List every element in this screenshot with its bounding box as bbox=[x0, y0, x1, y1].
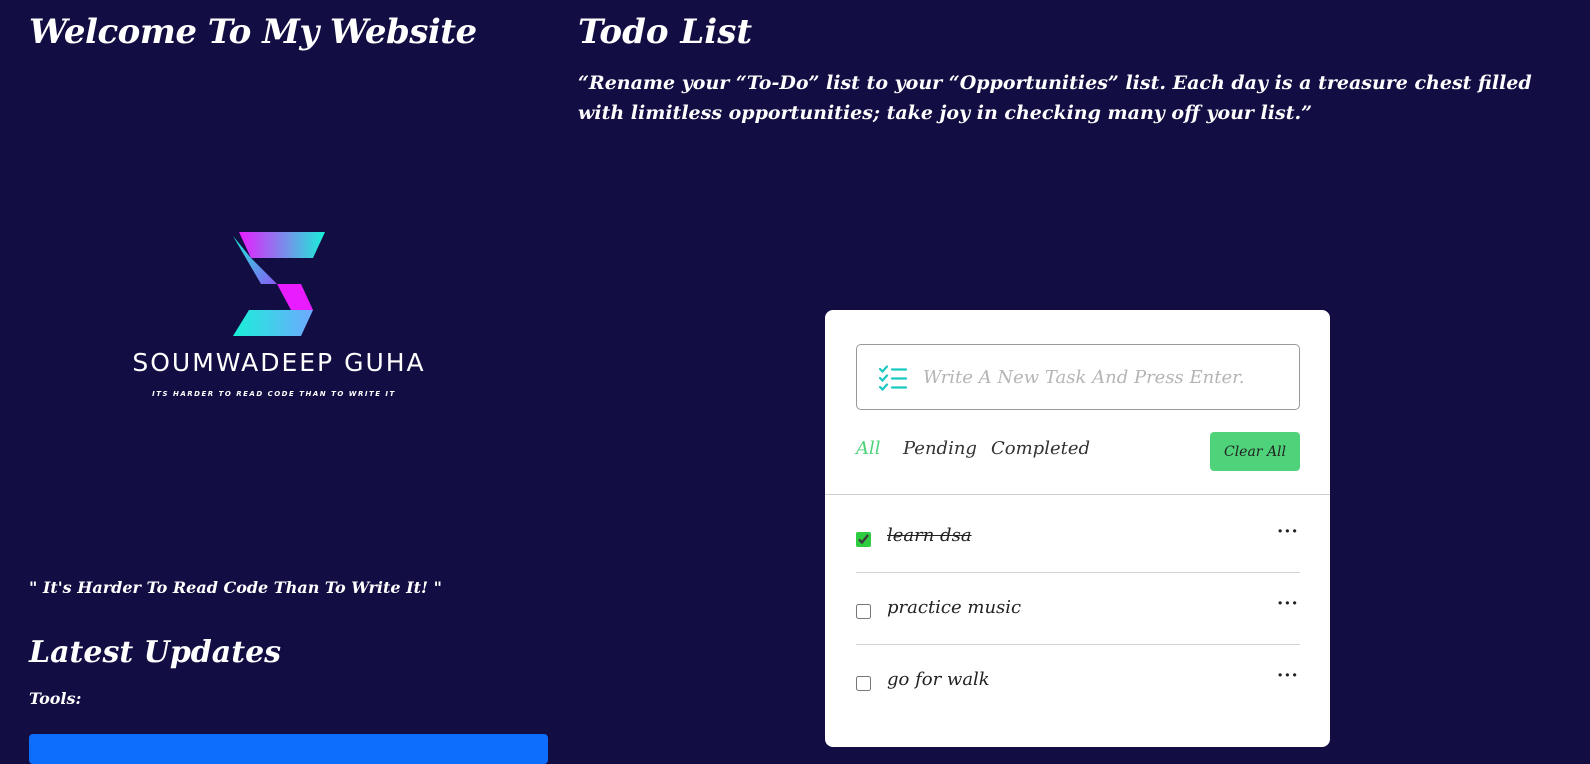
more-options-icon[interactable]: ··· bbox=[1277, 665, 1299, 686]
divider bbox=[825, 494, 1330, 495]
tools-link-button[interactable] bbox=[29, 734, 548, 764]
task-item: go for walk ··· bbox=[856, 645, 1300, 717]
task-item: learn dsa ··· bbox=[856, 501, 1300, 573]
task-label: practice music bbox=[887, 597, 1022, 618]
brand-logo: SOUMWADEEP GUHA ITS HARDER TO READ CODE … bbox=[99, 230, 459, 410]
s-logo-icon bbox=[233, 232, 325, 336]
task-checkbox[interactable] bbox=[856, 604, 871, 619]
task-input[interactable] bbox=[921, 345, 1291, 409]
logo-name: SOUMWADEEP GUHA bbox=[132, 348, 426, 377]
todo-card: All Pending Completed Clear All learn ds… bbox=[825, 310, 1330, 747]
filter-completed[interactable]: Completed bbox=[991, 438, 1090, 459]
todo-title: Todo List bbox=[578, 12, 753, 52]
clear-all-button[interactable]: Clear All bbox=[1210, 432, 1300, 471]
task-checkbox[interactable] bbox=[856, 676, 871, 691]
todo-quote: “Rename your “To-Do” list to your “Oppor… bbox=[578, 72, 1532, 124]
tools-label: Tools: bbox=[29, 689, 82, 708]
site-quote: " It's Harder To Read Code Than To Write… bbox=[29, 578, 442, 597]
task-item: practice music ··· bbox=[856, 573, 1300, 645]
list-check-icon bbox=[879, 365, 907, 391]
more-options-icon[interactable]: ··· bbox=[1277, 521, 1299, 542]
latest-updates-heading: Latest Updates bbox=[29, 635, 282, 670]
logo-tagline: ITS HARDER TO READ CODE THAN TO WRITE IT bbox=[152, 390, 396, 398]
site-title: Welcome To My Website bbox=[29, 12, 477, 52]
task-checkbox[interactable] bbox=[856, 532, 871, 547]
more-options-icon[interactable]: ··· bbox=[1277, 593, 1299, 614]
left-column: Welcome To My Website SOUMWADEEP GUHA IT… bbox=[29, 0, 549, 764]
filter-all[interactable]: All bbox=[856, 438, 881, 459]
filter-pending[interactable]: Pending bbox=[903, 438, 977, 459]
task-label: learn dsa bbox=[887, 525, 972, 546]
task-label: go for walk bbox=[887, 669, 990, 690]
task-input-wrapper bbox=[856, 344, 1300, 410]
